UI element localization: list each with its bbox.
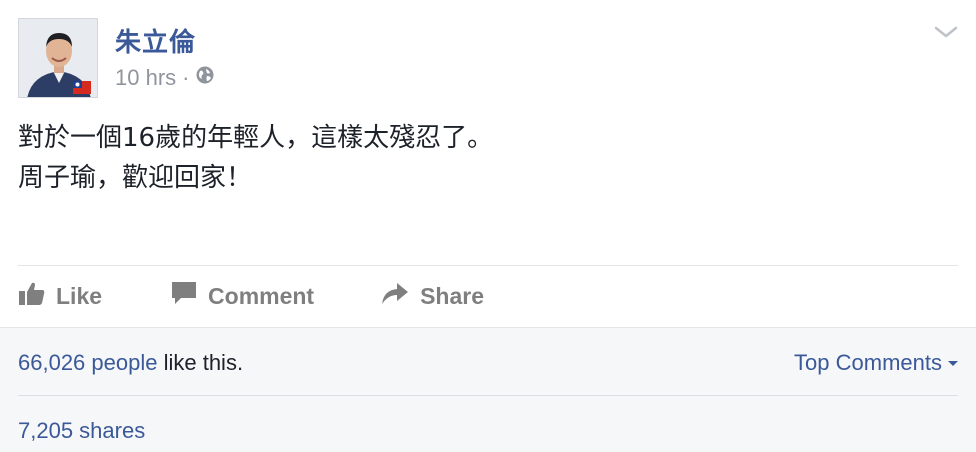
reactions-footer: 66,026 people like this. Top Comments 7,… xyxy=(0,327,976,452)
thumbs-up-icon xyxy=(18,280,46,312)
likes-summary: 66,026 people like this. xyxy=(18,350,243,376)
share-label: Share xyxy=(420,282,485,309)
comment-label: Comment xyxy=(208,282,315,309)
post-body-line: 周子瑜，歡迎回家！ xyxy=(18,163,253,193)
action-bar: Like Comment Share xyxy=(18,278,484,314)
like-button[interactable]: Like xyxy=(18,280,102,312)
post-body: 對於一個16歲的年輕人，這樣太殘忍了。 周子瑜，歡迎回家！ xyxy=(18,118,493,198)
comment-icon xyxy=(170,280,198,312)
facebook-post: 朱立倫 10 hrs · 對於一個16歲的年輕人，這樣太殘忍了。 周子瑜，歡迎回… xyxy=(0,0,976,452)
post-body-line: 對於一個16歲的年輕人，這樣太殘忍了。 xyxy=(18,123,494,153)
shares-link[interactable]: 7,205 shares xyxy=(18,418,145,444)
likes-suffix: like this. xyxy=(157,350,244,375)
divider xyxy=(18,395,958,396)
caret-down-icon xyxy=(948,360,958,366)
chevron-down-icon[interactable] xyxy=(934,22,958,42)
likes-count-link[interactable]: 66,026 people xyxy=(18,350,157,375)
top-comments-label: Top Comments xyxy=(794,350,942,375)
meta-separator: · xyxy=(182,65,190,90)
post-meta: 10 hrs · xyxy=(115,65,215,91)
top-comments-dropdown[interactable]: Top Comments xyxy=(794,350,958,376)
share-arrow-icon xyxy=(380,280,410,312)
avatar[interactable] xyxy=(18,18,98,98)
globe-icon[interactable] xyxy=(195,65,215,91)
author-name[interactable]: 朱立倫 xyxy=(115,22,196,59)
like-label: Like xyxy=(56,282,103,309)
divider xyxy=(18,265,958,266)
timestamp[interactable]: 10 hrs xyxy=(115,65,176,91)
share-button[interactable]: Share xyxy=(380,280,484,312)
avatar-image xyxy=(19,19,97,97)
comment-button[interactable]: Comment xyxy=(170,280,314,312)
